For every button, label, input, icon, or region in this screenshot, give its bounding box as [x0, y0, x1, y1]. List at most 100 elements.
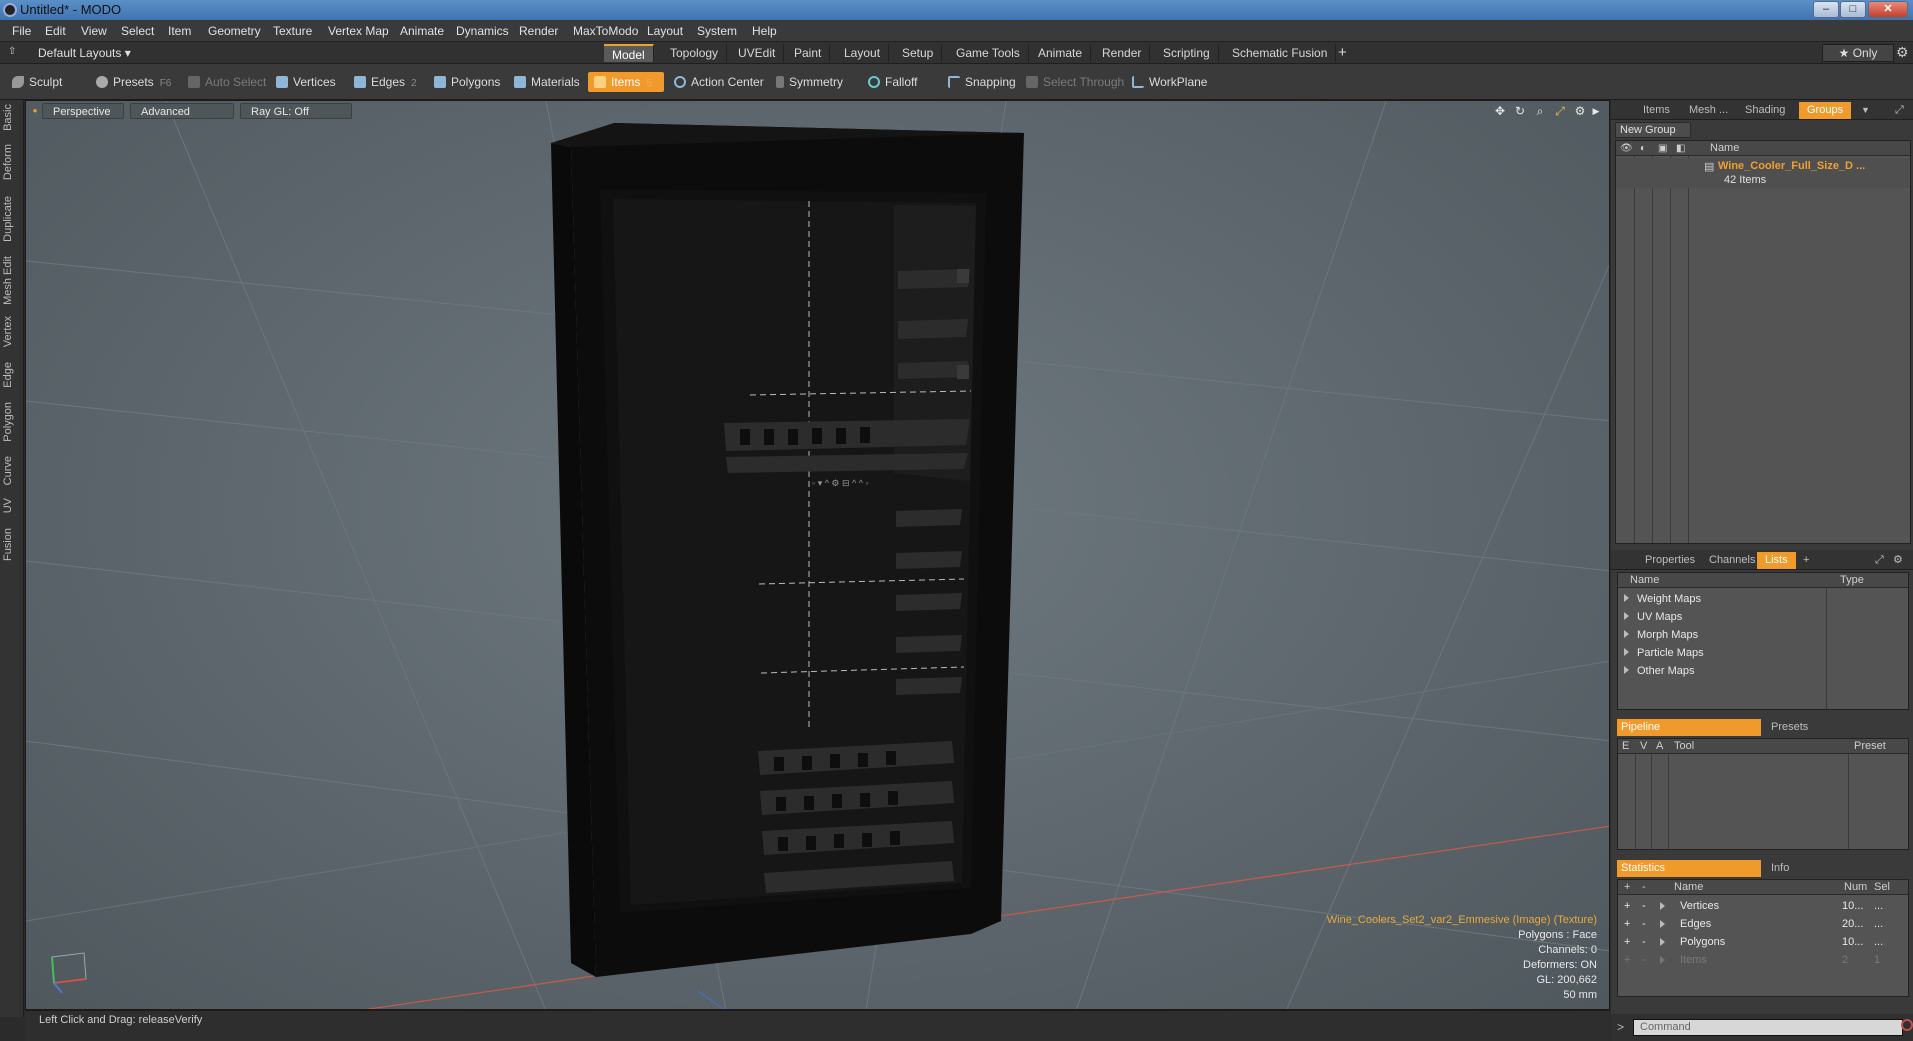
menu-maxtomodo[interactable]: MaxToModo — [573, 24, 638, 38]
ray-gl-button[interactable]: Ray GL: Off — [240, 103, 352, 119]
menu-geometry[interactable]: Geometry — [208, 24, 261, 38]
layout-arrow-icon[interactable]: ⇧ — [8, 46, 18, 58]
list-item-other-maps[interactable]: Other Maps — [1624, 662, 1824, 680]
groups-expand-icon[interactable]: ⤢ — [1887, 102, 1912, 119]
tab-model[interactable]: Model — [604, 44, 654, 62]
command-input[interactable]: Command — [1633, 1019, 1903, 1036]
select-icon[interactable]: ◧ — [1676, 141, 1685, 156]
new-group-button[interactable]: New Group — [1615, 122, 1691, 138]
list-item-morph-maps[interactable]: Morph Maps — [1624, 626, 1824, 644]
close-button[interactable]: ✕ — [1868, 1, 1908, 18]
add-tab-button[interactable]: + — [1330, 44, 1355, 62]
tab-groups[interactable]: Groups — [1799, 102, 1852, 119]
expand-arrow-icon[interactable] — [1624, 666, 1629, 674]
select-through-button[interactable]: Select Through — [1020, 72, 1130, 92]
view-mode-button[interactable]: Perspective — [42, 103, 124, 119]
vtab-duplicate[interactable]: Duplicate — [2, 196, 22, 242]
stats-row-vertices[interactable]: + - Vertices 10... ... — [1618, 897, 1908, 915]
presets-button[interactable]: Presets F6 — [90, 72, 177, 92]
menu-view[interactable]: View — [81, 24, 107, 38]
tab-topology[interactable]: Topology — [662, 44, 728, 62]
tab-info[interactable]: Info — [1763, 860, 1797, 877]
vtab-polygon[interactable]: Polygon — [2, 402, 22, 442]
tab-animate[interactable]: Animate — [1030, 44, 1092, 62]
menu-render[interactable]: Render — [519, 24, 558, 38]
vtab-vertex[interactable]: Vertex — [2, 316, 22, 347]
expand-arrow-icon[interactable] — [1624, 648, 1629, 656]
menu-file[interactable]: File — [12, 24, 31, 38]
lock-icon[interactable]: ▣ — [1658, 141, 1667, 156]
tab-game-tools[interactable]: Game Tools — [948, 44, 1029, 62]
vtab-mesh-edit[interactable]: Mesh Edit — [2, 256, 22, 305]
menu-system[interactable]: System — [697, 24, 737, 38]
list-item-particle-maps[interactable]: Particle Maps — [1624, 644, 1824, 662]
menu-texture[interactable]: Texture — [273, 24, 312, 38]
menu-animate[interactable]: Animate — [400, 24, 444, 38]
vertices-button[interactable]: Vertices — [270, 72, 342, 92]
action-center-button[interactable]: Action Center — [668, 72, 770, 92]
3d-viewport[interactable]: ◦ ▾ ^ ⚙ ⊟ ^ ^ ◦ ● Perspective Advanced R… — [25, 100, 1610, 1010]
stats-remove-icon[interactable]: - — [1642, 880, 1646, 895]
falloff-button[interactable]: Falloff — [862, 72, 923, 92]
rotate-view-icon[interactable]: ↻ — [1513, 104, 1527, 118]
add-panel-tab[interactable]: + — [1795, 552, 1817, 569]
expand-arrow-icon[interactable] — [1624, 630, 1629, 638]
wine-cooler-model[interactable] — [551, 123, 1024, 977]
tab-items[interactable]: Items — [1635, 102, 1678, 119]
tab-properties[interactable]: Properties — [1637, 552, 1703, 569]
menu-layout[interactable]: Layout — [647, 24, 683, 38]
groups-dropdown-icon[interactable]: ▼ — [1853, 102, 1878, 119]
auto-select-button[interactable]: Auto Select — [182, 72, 272, 92]
vtab-edge[interactable]: Edge — [2, 362, 22, 388]
tab-scripting[interactable]: Scripting — [1155, 44, 1219, 62]
tab-paint[interactable]: Paint — [786, 44, 831, 62]
workplane-button[interactable]: WorkPlane — [1126, 72, 1213, 92]
vtab-curve[interactable]: Curve — [2, 456, 22, 485]
vtab-fusion[interactable]: Fusion — [2, 528, 22, 561]
visibility-eye-icon[interactable]: 👁 — [1620, 141, 1633, 156]
move-view-icon[interactable]: ✥ — [1493, 104, 1507, 118]
menu-select[interactable]: Select — [121, 24, 154, 38]
list-item-uv-maps[interactable]: UV Maps — [1624, 608, 1824, 626]
expand-arrow-icon[interactable] — [1624, 612, 1629, 620]
advanced-button[interactable]: Advanced — [130, 103, 234, 119]
polygons-button[interactable]: Polygons — [428, 72, 506, 92]
fit-view-icon[interactable]: ⤢ — [1553, 104, 1567, 118]
sculpt-button[interactable]: Sculpt — [6, 72, 68, 92]
tab-pipeline[interactable]: Pipeline — [1617, 719, 1761, 736]
stats-row-polygons[interactable]: + - Polygons 10... ... — [1618, 933, 1908, 951]
lists-settings-icon[interactable]: ⚙ — [1885, 552, 1911, 569]
menu-dynamics[interactable]: Dynamics — [456, 24, 509, 38]
stats-row-edges[interactable]: + - Edges 20... ... — [1618, 915, 1908, 933]
render-icon[interactable]: ◐ — [1640, 141, 1646, 156]
tab-uvedit[interactable]: UVEdit — [730, 44, 785, 62]
tab-lists[interactable]: Lists — [1757, 552, 1796, 569]
vtab-basic[interactable]: Basic — [2, 104, 22, 131]
tab-shading[interactable]: Shading — [1737, 102, 1793, 119]
layout-select[interactable]: Default Layouts ▾ — [38, 46, 131, 60]
tab-channels[interactable]: Channels — [1701, 552, 1763, 569]
list-item-weight-maps[interactable]: Weight Maps — [1624, 590, 1824, 608]
viewport-options-icon[interactable]: ● — [28, 104, 42, 118]
stats-row-items[interactable]: + - Items 2 1 — [1618, 951, 1908, 969]
tab-render[interactable]: Render — [1094, 44, 1151, 62]
command-history-icon[interactable] — [1901, 1019, 1913, 1031]
vtab-uv[interactable]: UV — [2, 498, 22, 513]
zoom-view-icon[interactable]: ⌕ — [1533, 104, 1547, 118]
edges-button[interactable]: Edges 2 — [348, 72, 423, 92]
tab-mesh[interactable]: Mesh ... — [1681, 102, 1736, 119]
menu-help[interactable]: Help — [752, 24, 777, 38]
group-row[interactable]: ▤ Wine_Cooler_Full_Size_D ... 42 Items — [1616, 158, 1910, 188]
snapping-button[interactable]: Snapping — [942, 72, 1022, 92]
only-button[interactable]: ★ Only — [1822, 44, 1894, 62]
tab-setup[interactable]: Setup — [894, 44, 943, 62]
maximize-button[interactable]: □ — [1840, 1, 1866, 18]
tab-schematic-fusion[interactable]: Schematic Fusion — [1224, 44, 1337, 62]
viewport-settings-icon[interactable]: ⚙ — [1573, 104, 1587, 118]
menu-vertex-map[interactable]: Vertex Map — [328, 24, 389, 38]
tab-layout[interactable]: Layout — [836, 44, 890, 62]
menu-item[interactable]: Item — [168, 24, 191, 38]
viewport-expand-icon[interactable]: ▶ — [1589, 104, 1603, 118]
items-button[interactable]: Items 5 — [588, 72, 664, 92]
tab-pipeline-presets[interactable]: Presets — [1763, 719, 1816, 736]
